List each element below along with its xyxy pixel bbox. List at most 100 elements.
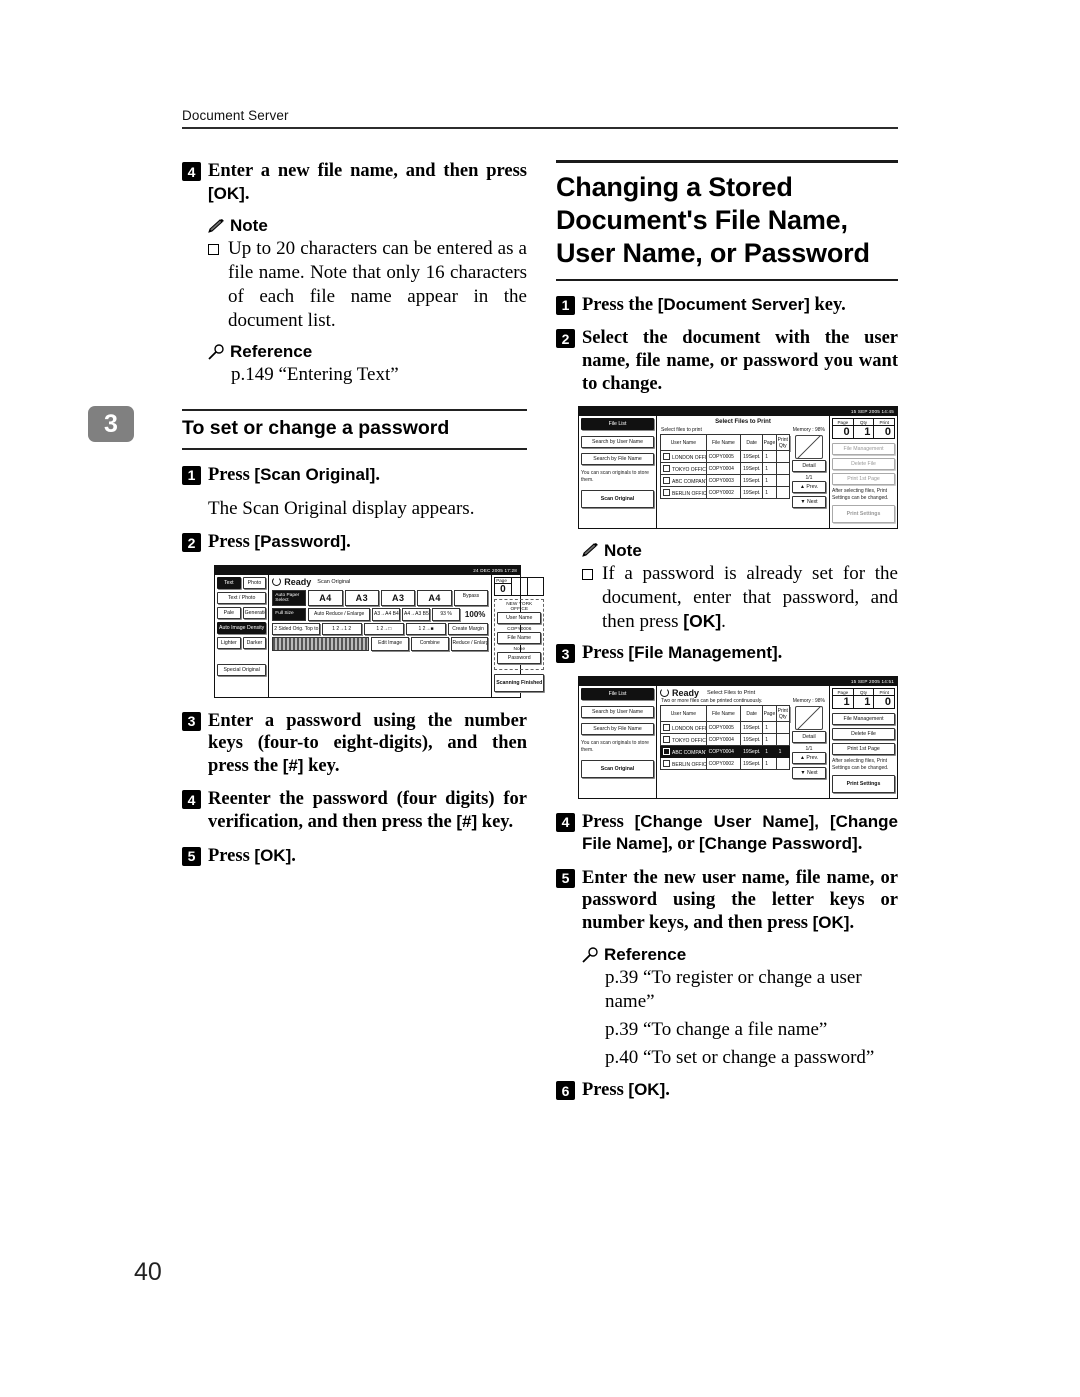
key-text-photo[interactable]: Text / Photo [217,591,267,604]
checkbox-icon[interactable] [663,747,670,755]
key-2-sided-original[interactable]: 2 Sided Orig. Top to Top [272,622,320,635]
right-column: Changing a Stored Document's File Name, … [556,160,898,1113]
key-next-page[interactable]: ▼ Next [792,767,826,780]
step-press-file-management: 3 Press [File Management]. [556,642,898,665]
col-date[interactable]: Date [740,434,764,452]
key-combine[interactable]: Combine [410,636,449,651]
counter-print: Print 0 [874,419,895,438]
key-auto-reduce-enlarge[interactable]: Auto Reduce / Enlarge [308,607,370,621]
checkbox-icon[interactable] [663,723,670,731]
table-row[interactable]: TOKYO OFFICE COPY0004 19Sept. 1 [660,462,791,476]
col-page[interactable]: Page [762,434,777,452]
lcd-select-files-panel-1: 15 SEP 2005 14:45 File List Search by Us… [578,406,898,529]
key-ratio-a3a4[interactable]: A3→A4 B4→B5 [372,607,401,621]
lcd-statusbar: 15 SEP 2005 14:51 [579,677,897,687]
note-bullet: Up to 20 characters can be entered as a … [208,237,527,333]
key-print-first-page[interactable]: Print 1st Page [832,743,895,756]
table-row[interactable]: LONDON OFFICE COPY0005 19Sept. 1 [660,721,791,735]
table-row[interactable]: LONDON OFFICE COPY0005 19Sept. 1 [660,450,791,464]
note-title: Note [230,216,268,236]
key-delete-file[interactable]: Delete File [832,728,895,741]
key-pale[interactable]: Pale [217,606,241,619]
cell-file-name: COPY0003 [705,474,742,488]
key-prev-page[interactable]: ▲ Prev. [792,752,826,765]
key-generation[interactable]: Generation [242,606,267,619]
key-ratio-a4a3[interactable]: A4→A3 B5→B4 [402,607,431,621]
key-detail[interactable]: Detail [792,460,826,473]
col-user-name[interactable]: User Name [660,434,707,452]
key-scan-original[interactable]: Scan Original [581,759,654,778]
checkbox-icon[interactable] [663,452,670,460]
table-row[interactable]: TOKYO OFFICE COPY0004 19Sept. 1 [660,733,791,747]
key-file-list[interactable]: File List [581,688,654,701]
key-print-settings[interactable]: Print Settings [832,504,895,523]
key-scanning-finished[interactable]: Scanning Finished [494,673,545,692]
key-search-by-file-name[interactable]: Search by File Name [581,453,654,466]
key-password[interactable]: Password [497,651,542,664]
key-detail[interactable]: Detail [792,731,826,744]
counter-print-label: Print [874,689,895,697]
key-file-management[interactable]: File Management [832,713,895,726]
key-full-size[interactable]: Full Size [272,607,307,621]
key-duplex-1[interactable]: 1 2→1 2 [321,622,362,635]
checkbox-icon[interactable] [663,759,670,767]
col-print-qty[interactable]: Print Qty [775,434,791,452]
key-ratio-93[interactable]: 93 % [432,607,461,621]
key-photo[interactable]: Photo [242,576,267,589]
key-darker[interactable]: Darker [242,636,267,649]
col-page[interactable]: Page [762,705,777,723]
key-search-by-file-name[interactable]: Search by File Name [581,723,654,736]
key-delete-file[interactable]: Delete File [832,458,895,471]
key-paper-a3-1[interactable]: A3 [344,589,380,606]
key-search-by-user-name[interactable]: Search by User Name [581,436,654,449]
key-search-by-user-name[interactable]: Search by User Name [581,706,654,719]
key-create-margin[interactable]: Create Margin [448,622,489,635]
col-file-name[interactable]: File Name [705,705,742,723]
col-print-qty[interactable]: Print Qty [775,705,791,723]
checkbox-icon[interactable] [663,476,670,484]
key-paper-a4-1[interactable]: A4 [308,589,343,606]
key-print-settings[interactable]: Print Settings [832,774,895,793]
col-file-name[interactable]: File Name [705,434,742,452]
col-date[interactable]: Date [740,705,764,723]
lcd-left-keypad: Text Photo Text / Photo Pale Generation … [215,574,270,697]
key-lighter[interactable]: Lighter [217,636,241,649]
key-scan-original[interactable]: Scan Original [581,489,654,508]
key-text[interactable]: Text [217,576,241,589]
key-paper-a4-2[interactable]: A4 [417,589,452,606]
step-ui-key: [#] [456,811,478,831]
key-next-page[interactable]: ▼ Next [792,496,826,509]
step-text-b: key. [809,294,846,315]
key-paper-a3-2[interactable]: A3 [381,589,416,606]
cell-file-name: COPY0005 [705,721,742,735]
step-number: 6 [556,1081,575,1101]
current-user-name: NEW YORK OFFICE [506,601,533,612]
key-prev-page[interactable]: ▲ Prev. [792,481,826,494]
cell-page: 1 [762,486,777,500]
key-print-first-page[interactable]: Print 1st Page [832,473,895,486]
key-bypass[interactable]: Bypass [453,589,489,606]
table-row-selected[interactable]: ABC COMPANY COPY0004 19Sept. 1 1 [660,745,791,759]
table-row[interactable]: BERLIN OFFICE COPY0002 19Sept. 1 [660,757,791,771]
checkbox-icon[interactable] [663,488,670,496]
checkbox-icon[interactable] [663,464,670,472]
key-file-name[interactable]: File Name [497,631,542,644]
key-auto-image-density[interactable]: Auto Image Density [217,621,267,634]
key-reduce-enlarge[interactable]: Reduce / Enlarge [450,636,489,651]
cell-page: 1 [762,757,777,771]
key-file-management[interactable]: File Management [832,443,895,456]
table-row[interactable]: BERLIN OFFICE COPY0002 19Sept. 1 [660,486,791,500]
key-user-name[interactable]: User Name [497,611,542,624]
col-user-name[interactable]: User Name [660,705,707,723]
cell-qty [775,721,791,735]
step-ui-key: [#] [282,755,304,775]
step-press-scan-original: 1 Press [Scan Original]. [182,464,527,487]
key-special-original[interactable]: Special Original [217,663,267,676]
key-duplex-3[interactable]: 1 2→■ [405,622,447,635]
table-row[interactable]: ABC COMPANY COPY0003 19Sept. 1 [660,474,791,488]
key-file-list[interactable]: File List [581,418,654,431]
key-duplex-2[interactable]: 1 2→□ [363,622,404,635]
key-auto-paper-select[interactable]: Auto Paper Select [272,589,307,606]
key-edit-image[interactable]: Edit Image [371,636,409,651]
checkbox-icon[interactable] [663,735,670,743]
